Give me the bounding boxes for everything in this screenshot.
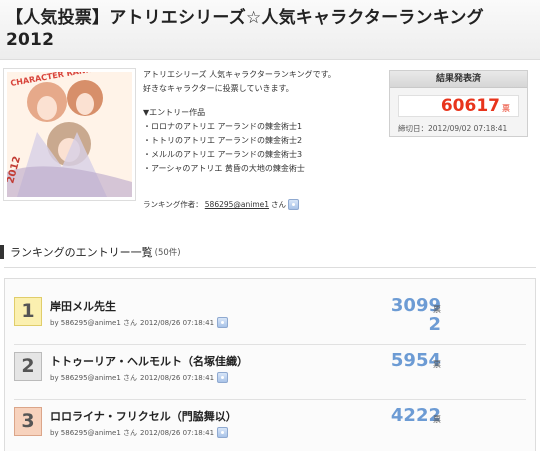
profile-icon[interactable] <box>288 199 300 210</box>
ranking-description: アトリエシリーズ 人気キャラクターランキングです。 好きなキャラクターに投票して… <box>143 68 388 176</box>
page-header: 【人気投票】アトリエシリーズ☆人気キャラクターランキング 2012 <box>0 0 540 60</box>
entry-votes-line: 4222 <box>390 405 441 426</box>
rank-badge: 2 <box>14 352 42 381</box>
total-votes: 60617 票 <box>398 95 519 117</box>
entry-name[interactable]: 岸田メル先生 <box>50 298 116 314</box>
cover-artwork: CHARACTER RANKING 2012 <box>7 72 132 197</box>
list-item[interactable]: 2 トトゥーリア・ヘルモルト（名塚佳織） by 586295@anime1 さん… <box>5 334 535 388</box>
result-panel: 結果発表済 60617 票 締切日：2012/09/02 07:18:41 <box>389 70 528 137</box>
entry-list: 1 岸田メル先生 by 586295@anime1 さん 2012/08/26 … <box>4 278 536 451</box>
author-link[interactable]: 586295@anime1 <box>205 200 269 209</box>
result-heading: 結果発表済 <box>390 71 527 88</box>
total-votes-number: 60617 <box>440 96 500 116</box>
entry-votes: 4222 <box>381 406 441 425</box>
entry-count: (50件) <box>154 248 181 258</box>
entries-section-header: ランキングのエントリー一覧 (50件) <box>0 245 181 259</box>
list-item[interactable]: 3 ロロライナ・フリクセル（門脇舞以） by 586295@anime1 さん … <box>5 389 535 443</box>
rank-badge: 1 <box>14 297 42 326</box>
entry-date: 2012/08/26 07:18:41 <box>140 373 215 382</box>
entry-meta: by 586295@anime1 さん 2012/08/26 07:18:41 <box>50 317 229 328</box>
entry-work-item: ・ロロナのアトリエ アーランドの錬金術士1 <box>143 122 303 131</box>
total-votes-unit: 票 <box>502 104 510 113</box>
entry-votes-unit: 票 <box>433 305 441 314</box>
deadline-text: 締切日：2012/09/02 07:18:41 <box>398 124 508 133</box>
entry-votes-line: 5954 <box>390 350 441 371</box>
description-line: 好きなキャラクターに投票していきます。 <box>143 84 294 93</box>
entry-user[interactable]: by 586295@anime1 さん <box>50 318 137 328</box>
entry-votes-unit: 票 <box>433 415 441 424</box>
entry-user[interactable]: by 586295@anime1 さん <box>50 428 137 438</box>
entries-heading: ▼エントリー作品 <box>143 108 206 117</box>
entry-votes-line: 2 <box>428 314 441 335</box>
section-divider <box>4 267 536 268</box>
ranking-author: ランキング作者： 586295@anime1 さん <box>143 199 300 210</box>
entry-votes: 5954 <box>381 351 441 370</box>
ranking-cover-image[interactable]: CHARACTER RANKING 2012 <box>3 68 136 201</box>
profile-icon[interactable] <box>217 372 229 383</box>
entry-work-item: ・アーシャのアトリエ 黄昏の大地の錬金術士 <box>143 164 305 173</box>
author-label: ランキング作者： <box>143 200 203 209</box>
list-item[interactable]: 1 岸田メル先生 by 586295@anime1 さん 2012/08/26 … <box>5 279 535 334</box>
entry-votes-line: 3099 <box>390 295 441 316</box>
section-marker <box>0 245 4 259</box>
entry-work-item: ・トトリのアトリエ アーランドの錬金術士2 <box>143 136 303 145</box>
entry-votes-unit: 票 <box>433 360 441 369</box>
author-suffix: さん <box>271 200 287 209</box>
entry-votes: 3099 2 <box>381 296 441 334</box>
profile-icon[interactable] <box>217 427 229 438</box>
page-title: 【人気投票】アトリエシリーズ☆人気キャラクターランキング 2012 <box>6 8 484 50</box>
entry-user[interactable]: by 586295@anime1 さん <box>50 373 137 383</box>
section-title: ランキングのエントリー一覧 <box>10 246 153 259</box>
entry-date: 2012/08/26 07:18:41 <box>140 318 215 327</box>
entry-name[interactable]: トトゥーリア・ヘルモルト（名塚佳織） <box>50 353 248 369</box>
entry-meta: by 586295@anime1 さん 2012/08/26 07:18:41 <box>50 372 229 383</box>
rank-badge: 3 <box>14 407 42 436</box>
description-line: アトリエシリーズ 人気キャラクターランキングです。 <box>143 70 336 79</box>
entry-date: 2012/08/26 07:18:41 <box>140 428 215 437</box>
entry-meta: by 586295@anime1 さん 2012/08/26 07:18:41 <box>50 427 229 438</box>
profile-icon[interactable] <box>217 317 229 328</box>
entry-work-item: ・メルルのアトリエ アーランドの錬金術士3 <box>143 150 303 159</box>
entry-name[interactable]: ロロライナ・フリクセル（門脇舞以） <box>50 408 237 424</box>
